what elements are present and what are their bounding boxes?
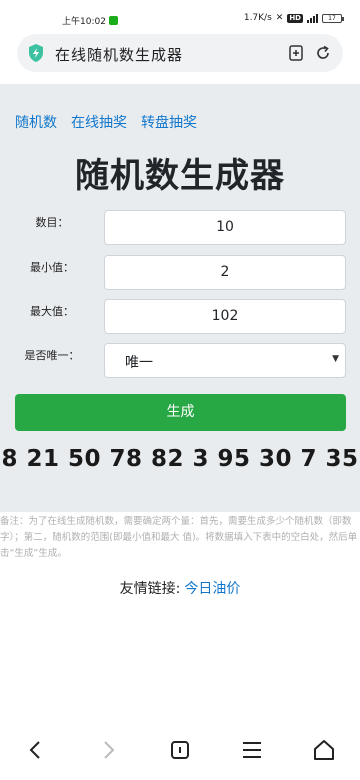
refresh-icon[interactable] [314, 44, 332, 62]
page-title: 随机数生成器 [75, 156, 285, 196]
bottom-nav [0, 730, 360, 770]
friend-links-label: 友情链接: [119, 581, 181, 597]
friend-links: 友情链接: 今日油价 [0, 578, 360, 598]
result-numbers: 8 21 50 78 82 3 95 30 7 35 [1, 446, 359, 472]
unique-label: 是否唯一： [24, 349, 80, 362]
min-label: 最小值： [30, 261, 74, 274]
network-speed: 1.7K/s [243, 13, 272, 23]
tabs-icon[interactable] [168, 738, 192, 762]
max-label: 最大值： [30, 305, 74, 318]
top-nav-links: 随机数 在线抽奖 转盘抽奖 [15, 112, 197, 132]
max-row: 最大值： 102 [0, 299, 360, 335]
count-row: 数目： 10 [0, 210, 360, 246]
unique-select-value: 唯一 [125, 355, 153, 371]
page-title-in-address-bar: 在线随机数生成器 [55, 46, 184, 64]
menu-icon[interactable] [240, 738, 264, 762]
forward-icon[interactable] [96, 738, 120, 762]
note-text: 备注：为了在线生成随机数，需要确定两个量：首先，需要生成多少个随机数（即数字）；… [0, 516, 358, 559]
secure-shield-icon [29, 44, 43, 62]
back-icon[interactable] [24, 738, 48, 762]
count-label: 数目： [35, 216, 69, 229]
chevron-down-icon: ▼ [332, 354, 339, 364]
mute-icon: ✕ [275, 13, 284, 23]
status-time-group: 上午10:02 [62, 14, 118, 27]
status-time: 上午10:02 [62, 17, 106, 27]
add-bookmark-icon[interactable] [287, 44, 305, 62]
min-row: 最小值： 2 [0, 255, 360, 291]
unique-row: 是否唯一： 唯一 ▼ [0, 343, 360, 379]
count-input[interactable]: 10 [104, 210, 346, 245]
generator-panel: 随机数 在线抽奖 转盘抽奖 随机数生成器 数目： 10 最小值： 2 最大值： … [0, 84, 360, 512]
status-bar: 上午10:02 1.7K/s ✕ HD 17 [0, 0, 360, 34]
wechat-icon [108, 16, 118, 25]
generate-button[interactable]: 生成 [15, 394, 346, 431]
max-input[interactable]: 102 [104, 299, 346, 334]
signal-icon [307, 13, 318, 23]
link-wheel-lottery[interactable]: 转盘抽奖 [141, 112, 197, 132]
unique-select[interactable]: 唯一 ▼ [104, 343, 346, 378]
min-input[interactable]: 2 [104, 255, 346, 290]
battery-icon: 17 [322, 13, 344, 23]
address-bar[interactable]: 在线随机数生成器 [17, 34, 343, 72]
friend-link-oil-price[interactable]: 今日油价 [184, 581, 240, 597]
link-online-lottery[interactable]: 在线抽奖 [71, 112, 127, 132]
link-random-number[interactable]: 随机数 [15, 112, 57, 132]
hd-badge: HD [287, 13, 303, 23]
home-icon[interactable] [312, 738, 336, 762]
status-indicators: 1.7K/s ✕ HD 17 [243, 13, 344, 23]
